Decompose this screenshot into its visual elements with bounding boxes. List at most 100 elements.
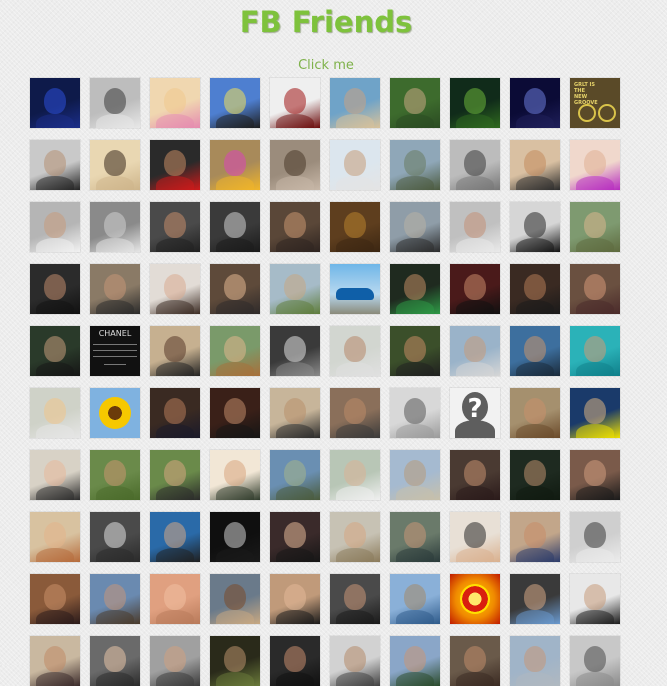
friend-photo[interactable] bbox=[510, 202, 560, 252]
friend-photo[interactable] bbox=[30, 326, 80, 376]
friend-photo[interactable] bbox=[270, 574, 320, 624]
friend-photo[interactable] bbox=[570, 574, 620, 624]
friend-photo[interactable] bbox=[390, 140, 440, 190]
friend-photo[interactable] bbox=[210, 636, 260, 686]
friend-photo[interactable] bbox=[390, 636, 440, 686]
friend-photo[interactable] bbox=[330, 636, 380, 686]
friend-photo[interactable] bbox=[30, 78, 80, 128]
friend-photo[interactable] bbox=[90, 636, 140, 686]
friend-photo[interactable] bbox=[510, 636, 560, 686]
friend-photo[interactable] bbox=[390, 78, 440, 128]
friend-photo[interactable] bbox=[390, 326, 440, 376]
friend-photo[interactable] bbox=[570, 326, 620, 376]
friend-photo[interactable] bbox=[210, 140, 260, 190]
click-me-link[interactable]: Click me bbox=[0, 58, 652, 74]
friend-photo[interactable] bbox=[210, 388, 260, 438]
friend-photo[interactable] bbox=[510, 264, 560, 314]
friend-photo[interactable] bbox=[510, 140, 560, 190]
friend-photo[interactable] bbox=[390, 574, 440, 624]
friend-photo[interactable] bbox=[510, 326, 560, 376]
friend-photo[interactable] bbox=[390, 202, 440, 252]
friend-photo[interactable] bbox=[90, 388, 140, 438]
friend-photo[interactable] bbox=[210, 78, 260, 128]
friend-photo[interactable] bbox=[270, 140, 320, 190]
friend-photo[interactable] bbox=[30, 264, 80, 314]
friend-photo[interactable] bbox=[90, 264, 140, 314]
friend-photo[interactable] bbox=[210, 512, 260, 562]
friend-photo[interactable] bbox=[450, 450, 500, 500]
friend-photo[interactable] bbox=[510, 388, 560, 438]
friend-photo[interactable] bbox=[150, 574, 200, 624]
friend-photo[interactable] bbox=[270, 78, 320, 128]
friend-photo[interactable] bbox=[570, 512, 620, 562]
friend-photo[interactable] bbox=[570, 202, 620, 252]
friend-photo[interactable] bbox=[390, 388, 440, 438]
friend-photo[interactable] bbox=[510, 78, 560, 128]
friend-photo[interactable] bbox=[450, 326, 500, 376]
friend-photo[interactable] bbox=[150, 512, 200, 562]
friend-photo[interactable] bbox=[330, 388, 380, 438]
friend-photo[interactable] bbox=[150, 636, 200, 686]
friend-photo[interactable] bbox=[270, 264, 320, 314]
friend-photo[interactable] bbox=[150, 326, 200, 376]
friend-photo[interactable] bbox=[150, 202, 200, 252]
friend-photo[interactable] bbox=[390, 512, 440, 562]
friend-photo[interactable] bbox=[390, 450, 440, 500]
default-avatar[interactable]: ? bbox=[450, 388, 500, 438]
friend-photo[interactable] bbox=[30, 202, 80, 252]
friend-photo[interactable] bbox=[30, 140, 80, 190]
friend-photo[interactable] bbox=[150, 264, 200, 314]
friend-photo[interactable] bbox=[210, 450, 260, 500]
friend-photo[interactable] bbox=[330, 326, 380, 376]
friend-photo[interactable] bbox=[330, 140, 380, 190]
friend-photo[interactable] bbox=[90, 574, 140, 624]
friend-photo[interactable] bbox=[510, 450, 560, 500]
friend-photo[interactable] bbox=[570, 140, 620, 190]
friend-photo[interactable] bbox=[330, 574, 380, 624]
friend-photo[interactable] bbox=[210, 574, 260, 624]
friend-photo[interactable] bbox=[330, 450, 380, 500]
friend-photo[interactable] bbox=[270, 326, 320, 376]
friend-photo[interactable] bbox=[90, 512, 140, 562]
friend-photo[interactable] bbox=[90, 202, 140, 252]
friend-photo[interactable]: CHANEL bbox=[90, 326, 140, 376]
friend-photo[interactable] bbox=[30, 450, 80, 500]
friend-photo[interactable]: GRLT IS THE NEW GROOVE bbox=[570, 78, 620, 128]
friend-photo[interactable] bbox=[330, 512, 380, 562]
friend-photo[interactable] bbox=[150, 140, 200, 190]
friend-photo[interactable] bbox=[270, 636, 320, 686]
friend-photo[interactable] bbox=[570, 264, 620, 314]
friend-photo[interactable] bbox=[210, 202, 260, 252]
friend-photo[interactable] bbox=[30, 574, 80, 624]
friend-photo[interactable] bbox=[450, 512, 500, 562]
friend-photo[interactable] bbox=[150, 450, 200, 500]
friend-photo[interactable] bbox=[330, 78, 380, 128]
friend-photo[interactable] bbox=[150, 388, 200, 438]
friend-photo[interactable] bbox=[510, 574, 560, 624]
friend-photo[interactable] bbox=[90, 140, 140, 190]
friend-photo[interactable] bbox=[30, 636, 80, 686]
friend-photo[interactable] bbox=[570, 636, 620, 686]
friend-photo[interactable] bbox=[510, 512, 560, 562]
friend-photo[interactable] bbox=[450, 140, 500, 190]
friend-photo[interactable] bbox=[30, 512, 80, 562]
friend-photo[interactable] bbox=[450, 574, 500, 624]
friend-photo[interactable] bbox=[450, 78, 500, 128]
friend-photo[interactable] bbox=[330, 264, 380, 314]
friend-photo[interactable] bbox=[570, 388, 620, 438]
friend-photo[interactable] bbox=[270, 512, 320, 562]
friend-photo[interactable] bbox=[270, 450, 320, 500]
friend-photo[interactable] bbox=[570, 450, 620, 500]
friend-photo[interactable] bbox=[210, 326, 260, 376]
friend-photo[interactable] bbox=[450, 636, 500, 686]
friend-photo[interactable] bbox=[90, 78, 140, 128]
friend-photo[interactable] bbox=[330, 202, 380, 252]
friend-photo[interactable] bbox=[90, 450, 140, 500]
friend-photo[interactable] bbox=[450, 202, 500, 252]
friend-photo[interactable] bbox=[30, 388, 80, 438]
friend-photo[interactable] bbox=[270, 202, 320, 252]
friend-photo[interactable] bbox=[270, 388, 320, 438]
friend-photo[interactable] bbox=[210, 264, 260, 314]
friend-photo[interactable] bbox=[450, 264, 500, 314]
friend-photo[interactable] bbox=[150, 78, 200, 128]
